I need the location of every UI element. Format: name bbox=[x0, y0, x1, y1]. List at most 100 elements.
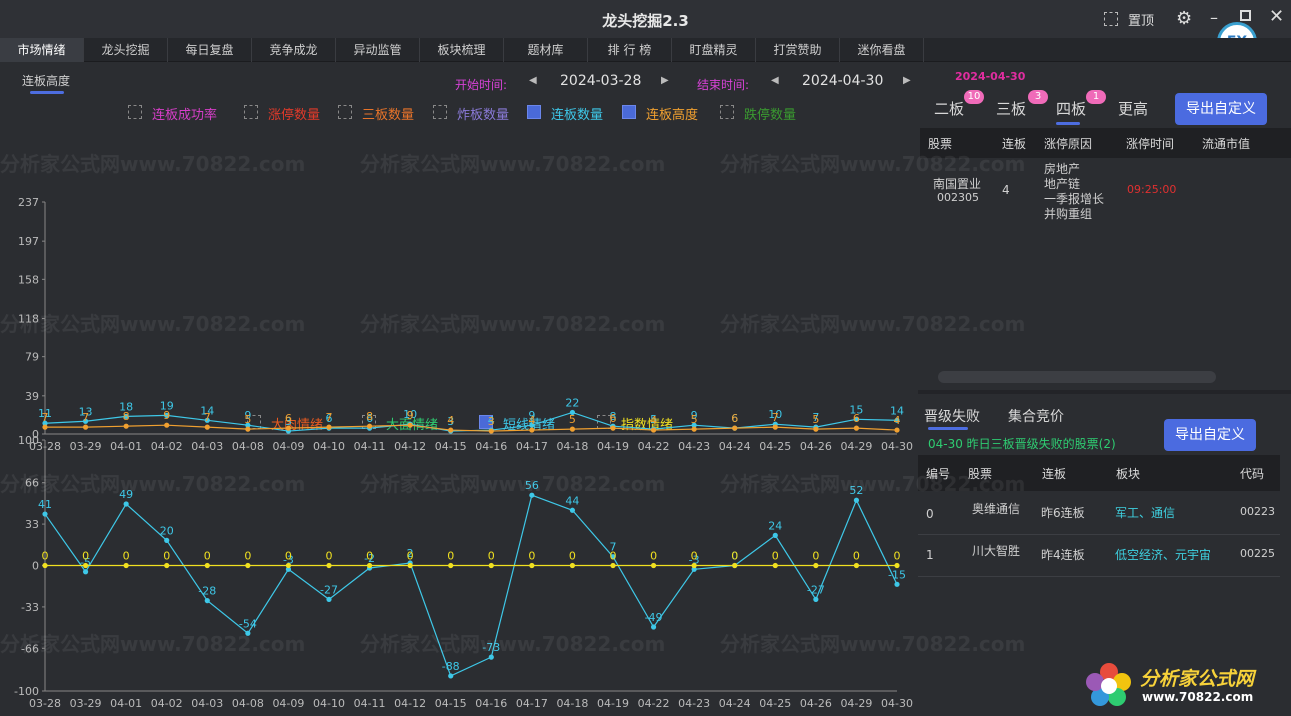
nav-tab-ranking[interactable]: 排 行 榜 bbox=[588, 38, 672, 62]
col-stock[interactable]: 股票 bbox=[928, 135, 952, 152]
nav-tab-daily-review[interactable]: 每日复盘 bbox=[168, 38, 252, 62]
minimize-icon[interactable]: – bbox=[1210, 8, 1218, 27]
start-prev-arrow-icon[interactable]: ◀ bbox=[529, 75, 537, 86]
col-limit-time[interactable]: 涨停时间 bbox=[1126, 135, 1174, 152]
x-tick-label: 04-29 bbox=[840, 697, 872, 710]
data-point bbox=[245, 562, 251, 569]
data-label: 0 bbox=[204, 550, 211, 563]
nav-tab-mini[interactable]: 迷你看盘 bbox=[840, 38, 924, 62]
tab-promote-fail[interactable]: 晋级失败 bbox=[924, 406, 980, 426]
checkbox-icon[interactable] bbox=[244, 105, 258, 119]
data-label: 4 bbox=[894, 414, 901, 427]
data-point bbox=[407, 562, 413, 569]
row-code: 00223 bbox=[1240, 505, 1275, 518]
data-point bbox=[732, 562, 738, 569]
col-boards[interactable]: 连板 bbox=[1002, 135, 1026, 152]
col-fail-boards[interactable]: 连板 bbox=[1042, 465, 1066, 482]
col-fail-stock[interactable]: 股票 bbox=[968, 465, 992, 482]
nav-tab-compete[interactable]: 竞争成龙 bbox=[252, 38, 336, 62]
export-custom-button[interactable]: 导出自定义 bbox=[1175, 93, 1267, 125]
checkbox-icon[interactable] bbox=[128, 105, 142, 119]
checkbox-icon[interactable] bbox=[433, 105, 447, 119]
col-code[interactable]: 代码 bbox=[1240, 465, 1264, 482]
data-point bbox=[42, 511, 48, 517]
y-tick-label: 158 bbox=[18, 273, 39, 286]
pin-label[interactable]: 置顶 bbox=[1128, 10, 1154, 29]
y-tick-label: 197 bbox=[18, 235, 39, 248]
start-time-value[interactable]: 2024-03-28 bbox=[560, 73, 641, 89]
data-label: 44 bbox=[565, 494, 579, 507]
subtab-board-height[interactable]: 连板高度 bbox=[22, 72, 70, 89]
flower-logo-icon bbox=[1086, 663, 1131, 706]
data-label: 0 bbox=[366, 550, 373, 563]
data-label: 49 bbox=[119, 488, 133, 501]
data-label: 5 bbox=[691, 413, 698, 426]
data-point bbox=[610, 562, 616, 569]
nav-tab-topics[interactable]: 题材库 bbox=[504, 38, 588, 62]
end-time-value[interactable]: 2024-04-30 bbox=[802, 73, 883, 89]
data-point bbox=[204, 424, 210, 430]
data-label: 0 bbox=[731, 550, 738, 563]
nav-tab-market-sentiment[interactable]: 市场情绪 bbox=[0, 38, 84, 62]
end-prev-arrow-icon[interactable]: ◀ bbox=[771, 75, 779, 86]
start-time-label: 开始时间: bbox=[455, 78, 508, 92]
col-idx[interactable]: 编号 bbox=[926, 465, 950, 482]
reason-4: 并购重组 bbox=[1044, 207, 1093, 221]
legend-label: 涨停数量 bbox=[268, 108, 321, 123]
data-point bbox=[529, 492, 535, 498]
tab-two-board[interactable]: 二板 bbox=[934, 98, 964, 119]
nav-tab-sectors[interactable]: 板块梳理 bbox=[420, 38, 504, 62]
tab-auction[interactable]: 集合竞价 bbox=[1008, 406, 1064, 426]
data-label: 4 bbox=[447, 414, 454, 427]
row-separator bbox=[918, 534, 1280, 535]
tab-four-board[interactable]: 四板 bbox=[1056, 98, 1086, 119]
nav-tab-leader-mining[interactable]: 龙头挖掘 bbox=[84, 38, 168, 62]
x-tick-label: 04-30 bbox=[881, 697, 913, 710]
tab-three-board[interactable]: 三板 bbox=[996, 98, 1026, 119]
settings-gear-icon[interactable]: ⚙ bbox=[1176, 8, 1192, 29]
start-next-arrow-icon[interactable]: ▶ bbox=[661, 75, 669, 86]
row-idx: 1 bbox=[926, 548, 934, 562]
col-float-cap[interactable]: 流通市值 bbox=[1202, 135, 1250, 152]
maximize-icon[interactable] bbox=[1240, 10, 1251, 21]
export-custom-button-2[interactable]: 导出自定义 bbox=[1164, 419, 1256, 451]
nav-tab-watch[interactable]: 盯盘精灵 bbox=[672, 38, 756, 62]
y-tick-label: 79 bbox=[25, 351, 39, 364]
nav-tab-donate[interactable]: 打赏赞助 bbox=[756, 38, 840, 62]
y-tick-label: 237 bbox=[18, 196, 39, 209]
tab-higher[interactable]: 更高 bbox=[1118, 98, 1148, 119]
x-tick-label: 04-22 bbox=[638, 697, 670, 710]
data-label: 0 bbox=[285, 550, 292, 563]
data-label: 22 bbox=[565, 396, 579, 409]
legend-label: 连板成功率 bbox=[152, 108, 218, 123]
horizontal-scrollbar[interactable] bbox=[938, 371, 1216, 383]
nav-tab-anomaly[interactable]: 异动监管 bbox=[336, 38, 420, 62]
brand-logo: 分析家公式网 www.70822.com bbox=[1082, 660, 1282, 710]
checkbox-icon[interactable] bbox=[527, 105, 541, 119]
data-point bbox=[610, 425, 616, 431]
pin-icon[interactable] bbox=[1104, 12, 1118, 26]
board-count: 4 bbox=[1002, 183, 1010, 197]
data-point bbox=[853, 562, 860, 569]
close-icon[interactable]: ✕ bbox=[1269, 6, 1284, 27]
data-label: 8 bbox=[366, 410, 373, 423]
chart-panel: 连板高度 开始时间: ◀ 2024-03-28 ▶ 结束时间: ◀ 2024-0… bbox=[0, 62, 918, 716]
data-label: 5 bbox=[569, 413, 576, 426]
checkbox-icon[interactable] bbox=[622, 105, 636, 119]
col-sector[interactable]: 板块 bbox=[1116, 465, 1140, 482]
data-point bbox=[650, 562, 657, 569]
app-window: 龙头挖掘2.3 置顶 ⚙ – ✕ EX 市场情绪 龙头挖掘 每日复盘 竞争成龙 … bbox=[0, 0, 1291, 716]
data-label: -54 bbox=[239, 617, 257, 630]
x-tick-label: 04-03 bbox=[191, 697, 223, 710]
data-label: 9 bbox=[163, 409, 170, 422]
tab-underline bbox=[1056, 122, 1080, 125]
data-label: 20 bbox=[160, 524, 174, 537]
y-tick-label: -66 bbox=[21, 642, 39, 655]
two-board-badge: 10 bbox=[964, 90, 984, 104]
checkbox-icon[interactable] bbox=[338, 105, 352, 119]
checkbox-icon[interactable] bbox=[720, 105, 734, 119]
data-point bbox=[488, 562, 494, 569]
col-reason[interactable]: 涨停原因 bbox=[1044, 135, 1092, 152]
end-time-label: 结束时间: bbox=[697, 78, 750, 92]
end-next-arrow-icon[interactable]: ▶ bbox=[903, 75, 911, 86]
